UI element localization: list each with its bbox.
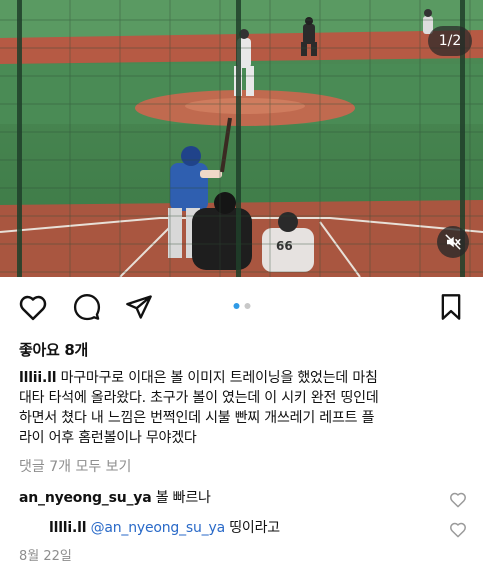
heart-icon — [19, 295, 47, 321]
comment-item: an_nyeong_su_ya 볼 빠르나 — [19, 489, 211, 507]
catcher-jersey-number: 66 — [276, 239, 293, 253]
baseball-photo: 66 — [0, 0, 483, 277]
save-button[interactable] — [436, 292, 466, 322]
comment-mention[interactable]: @an_nyeong_su_ya — [86, 520, 226, 536]
comment-like-button[interactable] — [449, 521, 467, 539]
heart-icon — [450, 522, 466, 538]
post-media[interactable]: 66 1/2 — [0, 0, 483, 277]
speaker-muted-icon — [445, 234, 461, 250]
share-button[interactable] — [124, 292, 154, 322]
comment-icon — [73, 294, 101, 321]
mute-button[interactable] — [437, 226, 469, 258]
carousel-dot-active — [233, 303, 239, 309]
comment-username[interactable]: an_nyeong_su_ya — [19, 490, 152, 506]
comment-text: 띵이라고 — [224, 520, 280, 536]
comment-button[interactable] — [72, 292, 102, 322]
caption-line: 하면서 쳤다 내 느낌은 번쩍인데 시불 빤찌 개쓰레기 레프트 플 — [19, 410, 375, 426]
carousel-counter: 1/2 — [428, 26, 472, 56]
like-button[interactable] — [18, 292, 48, 322]
comment-username[interactable]: lllli.ll — [49, 520, 87, 536]
view-all-comments-link[interactable]: 댓글 7개 모두 보기 — [19, 456, 131, 476]
post-date: 8월 22일 — [19, 549, 72, 564]
post-action-bar — [0, 277, 483, 333]
share-icon — [126, 295, 152, 319]
heart-icon — [450, 492, 466, 508]
comment-text: 볼 빠르나 — [151, 490, 211, 506]
carousel-indicator — [233, 303, 250, 309]
caption-line: 대타 타석에 올라왔다. 초구가 볼이 였는데 이 시키 완전 띵인데 — [19, 390, 379, 406]
caption-line: 라이 어후 홈런볼이나 무야겠다 — [19, 430, 197, 446]
like-count[interactable]: 좋아요 8개 — [19, 339, 88, 360]
post-caption: lllii.ll 마구마구로 이대은 볼 이미지 트레이닝을 했었는데 마침 대… — [19, 368, 471, 448]
comment-reply-item: lllli.ll @an_nyeong_su_ya 띵이라고 — [49, 519, 280, 537]
comment-like-button[interactable] — [449, 491, 467, 509]
bookmark-icon — [441, 294, 461, 320]
carousel-dot — [244, 303, 250, 309]
caption-username[interactable]: lllii.ll — [19, 370, 57, 386]
caption-line: 마구마구로 이대은 볼 이미지 트레이닝을 했었는데 마침 — [56, 370, 378, 386]
